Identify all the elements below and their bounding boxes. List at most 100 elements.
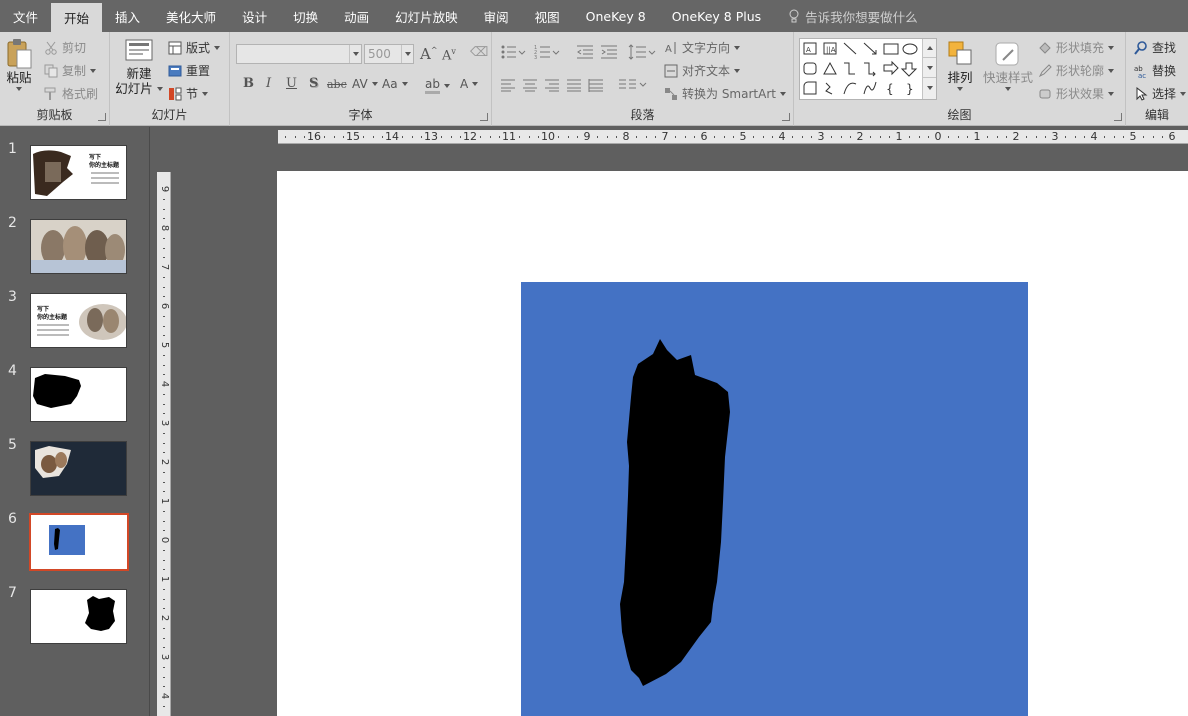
shapes-gallery[interactable]: A ||A { } [799,38,937,100]
h-ruler-tick [518,136,520,138]
format-painter-button[interactable]: 格式刷 [44,85,98,102]
numbering-icon[interactable]: 123 [534,44,560,60]
menu-tab-8[interactable]: 审阅 [471,0,522,32]
slide-thumbnail-4[interactable] [30,367,127,422]
slide-canvas[interactable] [277,171,1188,716]
menu-tab-6[interactable]: 动画 [331,0,382,32]
section-button[interactable]: 节 [168,85,209,102]
highlight-button[interactable]: ab [425,77,450,94]
bullets-icon[interactable] [500,44,526,60]
menu-tab-11[interactable]: OneKey 8 Plus [659,0,774,32]
strikethrough-button[interactable]: abc [327,78,347,91]
ribbon: 粘贴 剪切 复制 格式刷 剪贴板 新建 幻灯片 版式 重置 节 幻灯片 500 … [0,32,1188,126]
align-text-button[interactable]: 对齐文本 [664,62,741,79]
decrease-indent-icon[interactable] [576,44,594,60]
distributed-icon[interactable] [588,78,604,92]
h-ruler-tick [889,136,891,138]
gallery-scroll[interactable] [922,39,936,99]
char-spacing-button[interactable]: AV [352,77,378,91]
section-icon [169,87,182,100]
quick-styles-button[interactable]: 快速样式 [982,40,1034,91]
v-ruler-label: 2 [159,614,170,622]
cursor-icon [1136,86,1148,101]
copy-button[interactable]: 复制 [44,62,97,79]
h-ruler-tick [840,136,842,138]
clipboard-launcher-icon[interactable] [98,113,106,121]
slide-thumbnail-6[interactable] [29,513,129,571]
paste-button[interactable]: 粘贴 [4,38,34,91]
align-right-icon[interactable] [544,78,560,92]
v-ruler-label: 0 [159,536,170,544]
grow-font-button[interactable]: A^ [420,45,438,63]
blue-rectangle-shape[interactable] [521,282,1028,716]
h-ruler-tick [694,136,696,138]
cut-button[interactable]: 剪切 [44,39,86,56]
new-slide-button[interactable]: 新建 幻灯片 [114,38,164,96]
v-ruler-tick [163,647,165,649]
layout-button[interactable]: 版式 [168,39,221,56]
paragraph-launcher-icon[interactable] [782,113,790,121]
text-direction-button[interactable]: A 文字方向 [664,39,741,56]
slide-thumbnail-2[interactable] [30,219,127,274]
font-name-select[interactable] [236,44,362,64]
replace-icon: abac [1134,65,1146,78]
increase-indent-icon[interactable] [600,44,618,60]
menu-tab-2[interactable]: 插入 [102,0,153,32]
v-ruler-label: 9 [159,185,170,193]
select-button[interactable]: 选择 [1134,85,1187,102]
drawing-launcher-icon[interactable] [1114,113,1122,121]
italic-button[interactable]: I [266,76,271,91]
h-ruler-tick [1123,136,1125,138]
align-left-icon[interactable] [500,78,516,92]
line-spacing-icon[interactable] [628,44,656,60]
clear-format-icon[interactable]: ⌫ [470,45,488,60]
h-ruler-tick [596,136,598,138]
smartart-button[interactable]: 转换为 SmartArt [664,85,786,102]
menu-tab-4[interactable]: 设计 [229,0,280,32]
slide-thumbnail-1[interactable]: 写下 你的主标题 [30,145,127,200]
menu-tab-0[interactable]: 文件 [0,0,51,32]
font-launcher-icon[interactable] [480,113,488,121]
h-ruler-tick [986,136,988,138]
shape-outline-button[interactable]: 形状轮廓 [1038,62,1115,79]
shape-fill-button[interactable]: 形状填充 [1038,39,1115,56]
shape-effects-button[interactable]: 形状效果 [1038,85,1115,102]
shrink-font-button[interactable]: Av [442,47,456,63]
slide-thumbnail-3[interactable]: 写下 你的主标题 [30,293,127,348]
replace-button[interactable]: ab ac 替换 [1134,62,1176,79]
font-color-button[interactable]: A [460,77,479,91]
find-button[interactable]: 查找 [1134,39,1176,56]
brush-icon [44,87,56,100]
v-ruler-tick [163,676,165,678]
reset-button[interactable]: 重置 [168,62,210,79]
menu-tab-1[interactable]: 开始 [51,3,103,32]
columns-icon[interactable] [618,78,648,92]
h-ruler-tick [1113,136,1115,138]
shadow-button[interactable]: S [309,76,318,91]
v-ruler-tick [163,452,165,454]
align-center-icon[interactable] [522,78,538,92]
v-ruler-tick [163,286,165,288]
tell-me-search[interactable]: 告诉我你想要做什么 [774,0,918,32]
menu-tab-7[interactable]: 幻灯片放映 [382,0,471,32]
menu-tab-5[interactable]: 切换 [280,0,331,32]
underline-button[interactable]: U [286,76,297,91]
bold-button[interactable]: B [243,76,254,91]
h-ruler-tick [450,136,452,138]
paint-bucket-icon [1039,41,1051,54]
justify-icon[interactable] [566,78,582,92]
arrange-button[interactable]: 排列 [940,40,980,91]
h-ruler-tick [879,136,881,138]
slide-thumbnail-5[interactable] [30,441,127,496]
slide-thumbnail-7[interactable] [30,589,127,644]
menu-tab-9[interactable]: 视图 [522,0,573,32]
menu-tab-10[interactable]: OneKey 8 [573,0,659,32]
font-size-select[interactable]: 500 [364,44,414,64]
v-ruler-tick [163,608,165,610]
change-case-button[interactable]: Aa [382,77,408,91]
menu-tab-3[interactable]: 美化大师 [153,0,229,32]
blue-rectangle-fill[interactable] [521,282,1028,716]
drawing-group: A ||A { } 排列 快速样式 形状填充 形状轮廓 形状效果 绘图 [794,32,1126,126]
h-ruler-label: 4 [1090,130,1098,143]
v-ruler-tick [163,491,165,493]
